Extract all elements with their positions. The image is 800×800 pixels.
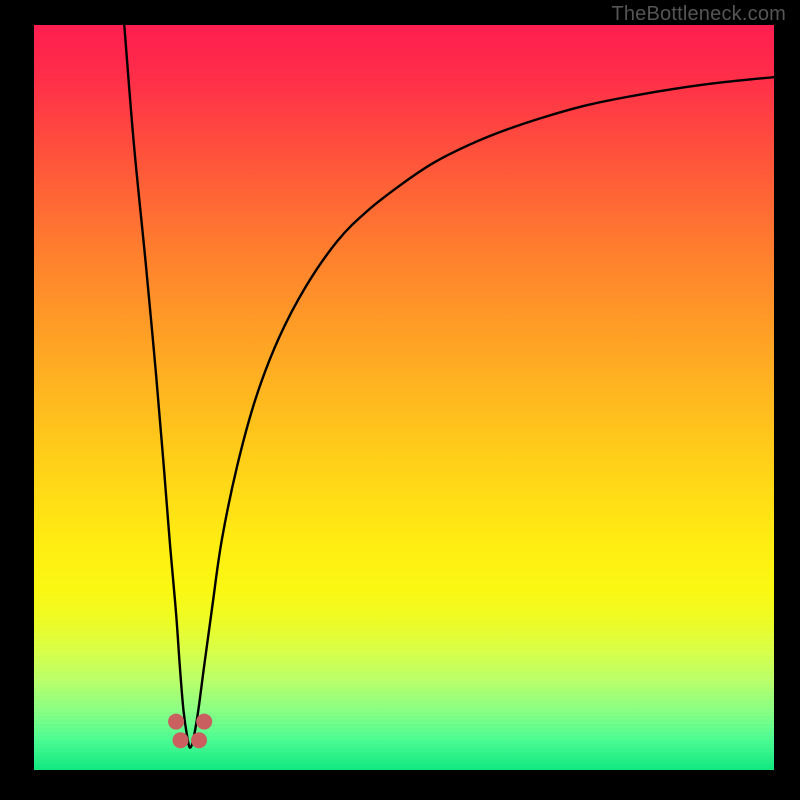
bottleneck-curve: [124, 25, 774, 748]
plot-area: [34, 25, 774, 770]
curve-svg: [34, 25, 774, 770]
curve-markers-group: [168, 714, 212, 749]
watermark-text: TheBottleneck.com: [611, 3, 786, 26]
curve-marker: [168, 714, 184, 730]
curve-marker: [196, 714, 212, 730]
curve-marker: [173, 732, 189, 748]
outer-black-frame: TheBottleneck.com: [0, 0, 800, 800]
curve-marker: [191, 732, 207, 748]
